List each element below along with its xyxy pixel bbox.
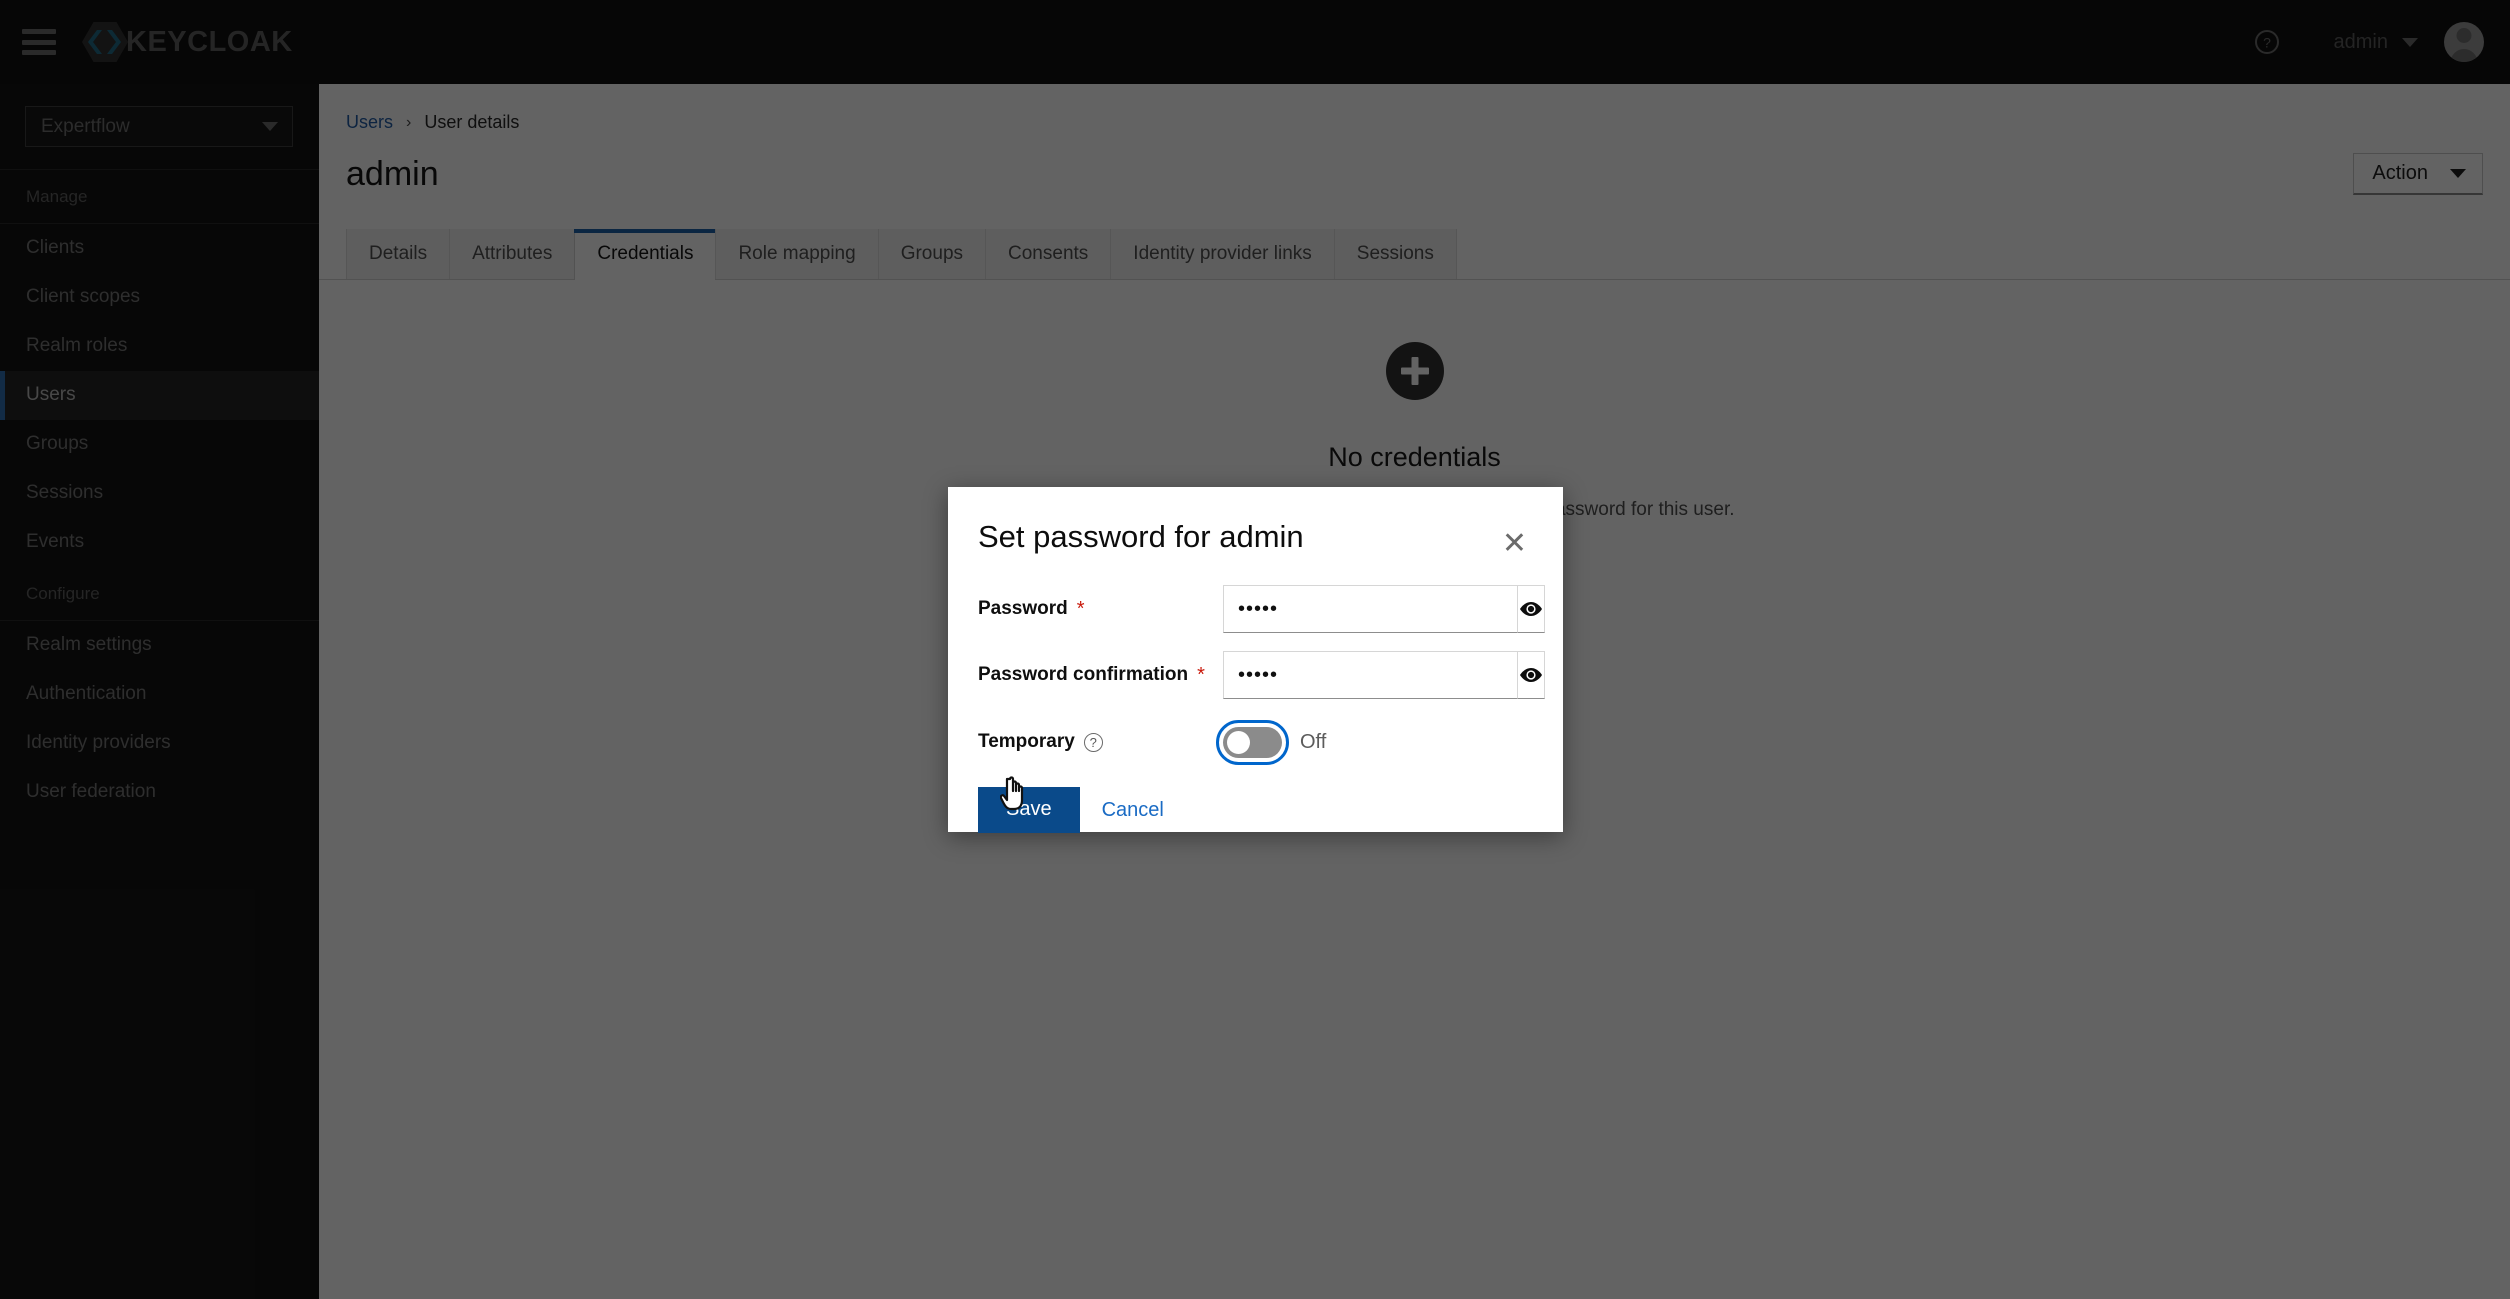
modal-title: Set password for admin	[978, 520, 1304, 554]
modal-body: Password * Password confirmation * Temporar…	[948, 563, 1563, 767]
temporary-label-group: Temporary ?	[978, 731, 1223, 753]
form-row: Password *	[978, 585, 1533, 633]
save-button[interactable]: Save	[978, 787, 1080, 833]
eye-icon[interactable]	[1517, 651, 1545, 699]
label-text: Password	[978, 598, 1068, 620]
required-marker: *	[1197, 664, 1205, 687]
keycloak-admin-console: KEYCLOAK ? admin Expertflow	[0, 0, 2510, 1299]
eye-glyph	[1518, 662, 1544, 688]
set-password-modal: Set password for admin ✕ Password*Passwo…	[948, 487, 1563, 832]
eye-glyph	[1518, 596, 1544, 622]
temporary-switch-wrapper: Off	[1223, 727, 1326, 758]
temporary-label: Temporary	[978, 731, 1075, 753]
label-text: Password confirmation	[978, 664, 1188, 686]
password-confirmation-input[interactable]	[1223, 651, 1517, 699]
password-confirmation-input-group	[1223, 651, 1539, 699]
form-row: Password confirmation *	[978, 651, 1533, 699]
password-input-group	[1223, 585, 1539, 633]
temporary-toggle[interactable]	[1223, 727, 1282, 758]
question-circle-icon[interactable]: ?	[1084, 733, 1103, 752]
cancel-button[interactable]: Cancel	[1102, 799, 1164, 822]
eye-icon[interactable]	[1517, 585, 1545, 633]
modal-header: Set password for admin ✕	[948, 487, 1563, 563]
temporary-row: Temporary ? Off	[978, 717, 1533, 767]
password-fields: Password * Password confirmation *	[978, 585, 1533, 699]
password-label: Password *	[978, 598, 1223, 621]
required-marker: *	[1077, 598, 1085, 621]
toggle-knob	[1227, 731, 1250, 754]
password-input[interactable]	[1223, 585, 1517, 633]
temporary-state-label: Off	[1300, 731, 1326, 754]
password-confirmation-label: Password confirmation *	[978, 664, 1223, 687]
close-icon[interactable]: ✕	[1498, 525, 1531, 563]
modal-footer: Save Cancel	[948, 773, 1563, 833]
